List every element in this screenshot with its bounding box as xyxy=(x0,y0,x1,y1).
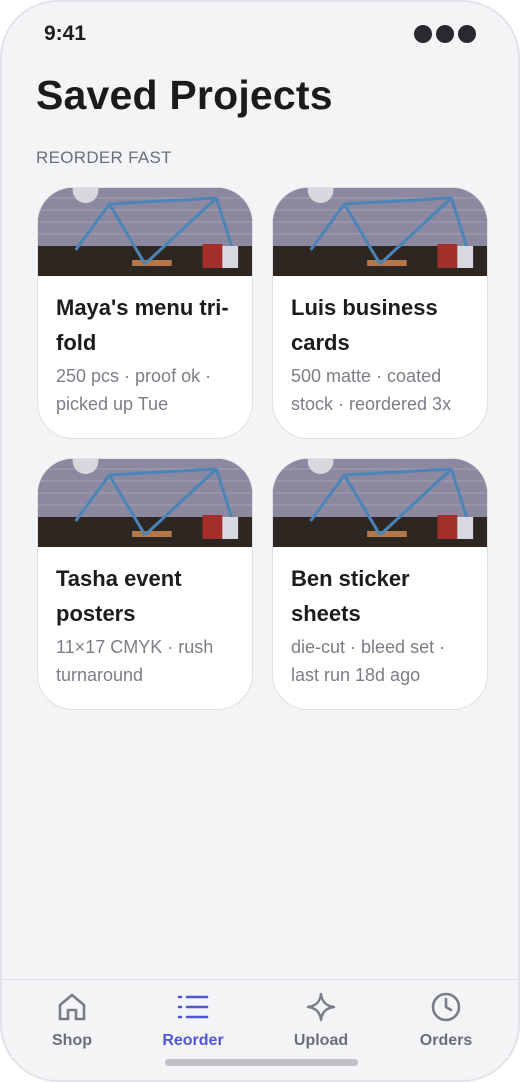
project-title: Ben sticker sheets xyxy=(291,566,410,626)
clock-icon xyxy=(431,992,461,1022)
project-meta: 250 pcs · proof ok · picked up Tue xyxy=(56,366,212,414)
project-thumbnail xyxy=(38,459,252,547)
tab-upload[interactable]: Upload xyxy=(261,988,381,1060)
project-card[interactable]: Luis business cards 500 matte · coated s… xyxy=(272,187,488,439)
sparkle-icon xyxy=(306,992,336,1022)
project-meta: 11×17 CMYK · rush turnaround xyxy=(56,637,214,685)
tab-label: Orders xyxy=(419,1032,473,1049)
project-meta: 500 matte · coated stock · reordered 3x xyxy=(291,366,452,414)
project-title: Tasha event posters xyxy=(56,566,182,626)
tab-orders[interactable]: Orders xyxy=(386,988,506,1060)
tab-label: Upload xyxy=(293,1032,349,1049)
status-dot xyxy=(458,25,476,43)
status-dot xyxy=(436,25,454,43)
project-card[interactable]: Ben sticker sheets die-cut · bleed set ·… xyxy=(272,458,488,710)
tab-label: Reorder xyxy=(162,1032,224,1049)
phone-frame: 9:41 Saved Projects REORDER FAST Maya's … xyxy=(0,0,520,1082)
tab-reorder[interactable]: Reorder xyxy=(133,988,253,1060)
status-indicators xyxy=(414,25,476,43)
status-time: 9:41 xyxy=(44,22,87,45)
home-icon xyxy=(58,993,86,1021)
project-card[interactable]: Tasha event posters 11×17 CMYK · rush tu… xyxy=(37,458,253,710)
project-grid: Maya's menu tri-fold 250 pcs · proof ok … xyxy=(37,187,488,710)
tab-label: Shop xyxy=(52,1032,92,1049)
tab-bar: Shop Reorder Upload Orders xyxy=(2,979,518,1080)
project-thumbnail xyxy=(273,188,487,276)
project-card[interactable]: Maya's menu tri-fold 250 pcs · proof ok … xyxy=(37,187,253,439)
project-title: Maya's menu tri-fold xyxy=(56,295,229,355)
section-label: REORDER FAST xyxy=(36,148,172,167)
page-title: Saved Projects xyxy=(36,72,333,118)
home-indicator[interactable] xyxy=(165,1059,358,1066)
project-thumbnail xyxy=(273,459,487,547)
tab-shop[interactable]: Shop xyxy=(12,988,132,1060)
project-meta: die-cut · bleed set · last run 18d ago xyxy=(291,637,446,685)
status-bar: 9:41 xyxy=(2,2,518,66)
status-dot xyxy=(414,25,432,43)
list-icon xyxy=(177,995,209,1019)
project-thumbnail xyxy=(38,188,252,276)
project-title: Luis business cards xyxy=(291,295,438,355)
